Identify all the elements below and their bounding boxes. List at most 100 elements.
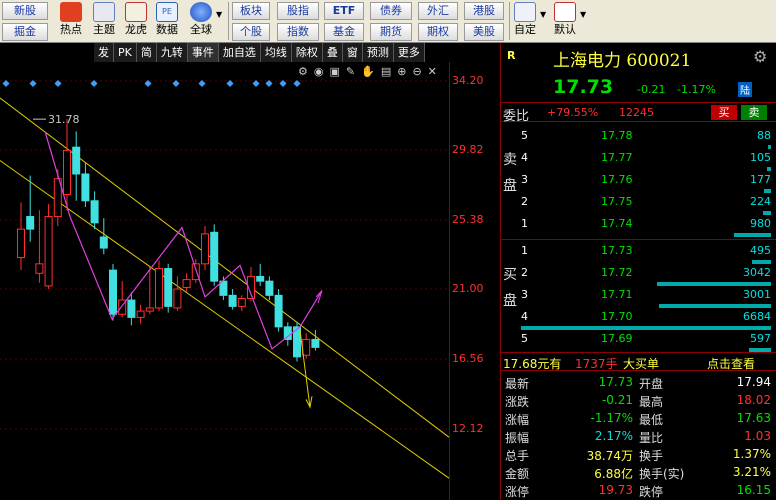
asks-row[interactable]: 5 17.78 88 bbox=[521, 129, 776, 151]
asks-row[interactable]: 4 17.77 105 bbox=[521, 151, 776, 173]
global-button[interactable]: 全球 bbox=[190, 0, 212, 36]
bids-row[interactable]: 5 17.69 597 bbox=[521, 332, 776, 354]
high-price-annotation: 31.78 bbox=[48, 113, 80, 126]
stock-header: R 上海电力 600021 ⚙ bbox=[501, 43, 776, 71]
event-marker bbox=[2, 79, 10, 88]
default-label: 默认 bbox=[554, 23, 576, 36]
chart-tab[interactable]: 窗 bbox=[342, 43, 363, 62]
global-dropdown-icon[interactable]: ▼ bbox=[216, 10, 222, 19]
bids-level: 1 bbox=[521, 244, 528, 257]
zoom-in-icon[interactable]: ⊕ bbox=[397, 64, 406, 80]
event-marker bbox=[198, 79, 206, 88]
chart-tab[interactable]: 加自选 bbox=[218, 43, 261, 62]
big-order-ticker[interactable]: 17.68元有 1737手 大买单 点击查看 bbox=[501, 352, 776, 371]
stats-row: 总手 38.74万 换手 1.37% bbox=[501, 447, 776, 465]
dragon-icon bbox=[125, 2, 147, 22]
event-marker bbox=[252, 79, 260, 88]
forex-button[interactable]: 外汇 bbox=[418, 2, 458, 20]
bids-volume-bar bbox=[658, 304, 771, 308]
chart-tab[interactable]: 均线 bbox=[260, 43, 292, 62]
chart-tab[interactable]: PK bbox=[114, 43, 137, 62]
futures-button[interactable]: 期货 bbox=[370, 23, 412, 41]
custom-button[interactable]: 自定 bbox=[514, 0, 536, 36]
price-change-pct: -1.17% bbox=[677, 83, 716, 96]
stats-r: 跌停 bbox=[639, 485, 664, 499]
globe-icon bbox=[190, 2, 212, 22]
chart-tab[interactable]: 简 bbox=[136, 43, 157, 62]
sell-side-char-1: 卖 bbox=[503, 152, 517, 168]
bids-price: 17.70 bbox=[601, 310, 633, 323]
stats-r: 换手 bbox=[639, 449, 664, 463]
bids-level: 4 bbox=[521, 310, 528, 323]
candle-body bbox=[145, 307, 154, 312]
chart-tab[interactable]: 九转 bbox=[156, 43, 188, 62]
individual-stock-button[interactable]: 个股 bbox=[232, 23, 270, 41]
default-button[interactable]: 默认 bbox=[554, 0, 576, 36]
zoom-out-icon[interactable]: ⊖ bbox=[412, 64, 421, 80]
index-button[interactable]: 指数 bbox=[277, 23, 319, 41]
bids-volume: 3001 bbox=[743, 288, 771, 301]
stats-lv: 17.73 bbox=[598, 375, 633, 389]
lock-icon[interactable]: ▣ bbox=[329, 64, 339, 80]
candle-body bbox=[136, 310, 145, 318]
ticker-link[interactable]: 点击查看 bbox=[707, 355, 755, 372]
us-stock-button[interactable]: 美股 bbox=[464, 23, 504, 41]
pencil-icon[interactable]: ✎ bbox=[346, 64, 355, 80]
new-stock-button[interactable]: 新股 bbox=[2, 2, 48, 20]
gear-icon[interactable]: ⚙ bbox=[753, 47, 767, 66]
candle-body bbox=[99, 236, 108, 249]
custom-dropdown-icon[interactable]: ▼ bbox=[540, 10, 546, 19]
chart-tab[interactable]: 发 bbox=[94, 43, 114, 62]
etf-button[interactable]: ETF bbox=[324, 2, 364, 20]
asks-row[interactable]: 2 17.75 224 bbox=[521, 195, 776, 217]
event-marker bbox=[172, 79, 180, 88]
chart-tab[interactable]: 更多 bbox=[393, 43, 425, 62]
kline-chart-area[interactable]: 31.78 发 PK 简九转 事件 加自选 均线 除权叠窗预测 更多 ⚙ ◉ ▣ ✎ ✋ ▤ … bbox=[0, 43, 498, 500]
stats-rv: 17.94 bbox=[736, 375, 771, 389]
stats-row: 金额 6.88亿 换手(实) 3.21% bbox=[501, 465, 776, 483]
kline-chart[interactable]: 31.78 bbox=[0, 43, 498, 500]
chart-icon-bar: ⚙ ◉ ▣ ✎ ✋ ▤ ⊕ ⊖ ✕ bbox=[298, 64, 437, 80]
default-dropdown-icon[interactable]: ▼ bbox=[580, 10, 586, 19]
chart-tab[interactable]: 预测 bbox=[362, 43, 394, 62]
candle-body bbox=[35, 263, 44, 274]
y-tick-label: 21.00 bbox=[452, 282, 484, 296]
buy-button[interactable]: 买 bbox=[711, 105, 737, 120]
chart-icon[interactable]: ▤ bbox=[381, 64, 391, 80]
data-button[interactable]: PE 数据 bbox=[156, 0, 178, 36]
asks-row[interactable]: 3 17.76 177 bbox=[521, 173, 776, 195]
last-price: 17.73 bbox=[553, 76, 614, 98]
bids-row[interactable]: 1 17.73 495 bbox=[521, 244, 776, 266]
dragon-tiger-button[interactable]: 龙虎 bbox=[125, 0, 147, 36]
hotspot-button[interactable]: 热点 bbox=[60, 0, 82, 36]
hk-stock-button[interactable]: 港股 bbox=[464, 2, 504, 20]
order-ratio-label: 委比 bbox=[503, 109, 530, 124]
custom-icon bbox=[514, 2, 536, 22]
options-button[interactable]: 期权 bbox=[418, 23, 458, 41]
sell-button[interactable]: 卖 bbox=[741, 105, 767, 120]
chart-tab[interactable]: 叠 bbox=[322, 43, 343, 62]
candle-body bbox=[283, 326, 292, 340]
bid-book: 买 盘 1 17.73 495 2 17.72 3042 3 17.71 3001 4 17.70 6… bbox=[501, 239, 776, 354]
theme-button[interactable]: 主题 bbox=[93, 0, 115, 36]
fund-button[interactable]: 基金 bbox=[324, 23, 364, 41]
chart-tab[interactable]: 事件 bbox=[187, 43, 219, 62]
juejin-button[interactable]: 掘金 bbox=[2, 23, 48, 41]
eye-icon[interactable]: ◉ bbox=[314, 64, 324, 80]
close-icon[interactable]: ✕ bbox=[428, 64, 437, 80]
buy-side-char-2: 盘 bbox=[503, 293, 517, 309]
stats-l: 涨跌 bbox=[505, 395, 530, 409]
hand-icon[interactable]: ✋ bbox=[361, 64, 375, 80]
dragon-tiger-label: 龙虎 bbox=[125, 23, 147, 36]
sector-button[interactable]: 板块 bbox=[232, 2, 270, 20]
asks-price: 17.77 bbox=[601, 151, 633, 164]
chart-tab[interactable]: 除权 bbox=[291, 43, 323, 62]
order-ratio-pct: +79.55% bbox=[547, 106, 599, 119]
stats-row: 振幅 2.17% 量比 1.03 bbox=[501, 429, 776, 447]
settings-icon[interactable]: ⚙ bbox=[298, 64, 308, 80]
data-label: 数据 bbox=[156, 23, 178, 36]
candle-body bbox=[274, 294, 283, 328]
bond-button[interactable]: 债券 bbox=[370, 2, 412, 20]
ticker-label: 大买单 bbox=[623, 357, 660, 371]
stock-index-button[interactable]: 股指 bbox=[277, 2, 319, 20]
